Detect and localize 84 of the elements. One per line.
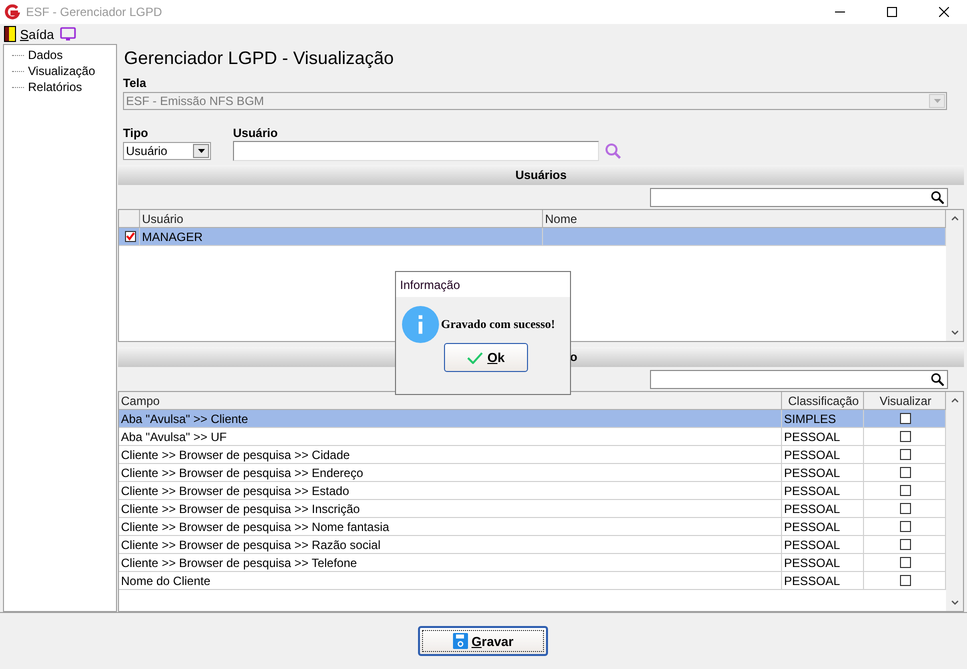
door-icon (4, 26, 16, 42)
checkbox[interactable] (900, 467, 911, 478)
scroll-down-icon[interactable] (950, 330, 958, 336)
checkbox[interactable] (900, 485, 911, 496)
table-cell: Aba "Avulsa" >> UF (119, 428, 782, 445)
table-row[interactable]: Aba "Avulsa" >> Cliente SIMPLES (119, 410, 946, 428)
maximize-icon[interactable] (887, 7, 897, 17)
ok-button[interactable]: Ok (444, 343, 528, 372)
search-field[interactable] (650, 370, 948, 388)
checkbox[interactable] (900, 557, 911, 568)
table-cell: PESSOAL (782, 428, 864, 445)
table-cell: SIMPLES (782, 410, 864, 427)
field-label: Usuário (233, 125, 279, 140)
info-icon (402, 306, 439, 343)
table-cell: Aba "Avulsa" >> Cliente (119, 410, 782, 427)
app-logo-icon (4, 4, 20, 20)
search-icon (931, 372, 944, 386)
search-icon (931, 190, 944, 204)
exit-menu-item[interactable]: Saída (4, 26, 54, 42)
table-row[interactable]: Nome do Cliente PESSOAL (119, 572, 946, 590)
page-title: Gerenciador LGPD - Visualização (123, 46, 395, 70)
table-cell: PESSOAL (782, 482, 864, 499)
scrollbar[interactable] (946, 210, 963, 341)
table-cell: Cliente >> Browser de pesquisa >> Estado (119, 482, 782, 499)
dropdown-arrow-icon[interactable] (198, 149, 204, 153)
checkbox[interactable] (124, 231, 136, 242)
checkbox[interactable] (900, 449, 911, 460)
table-cell: Cliente >> Browser de pesquisa >> Razão social (119, 536, 782, 553)
column-header[interactable]: Classificação (782, 392, 864, 410)
dialog-title: Informação (396, 272, 570, 297)
table-cell: PESSOAL (782, 518, 864, 535)
tree-item[interactable]: Relatórios (28, 80, 82, 94)
table-cell: PESSOAL (782, 500, 864, 517)
checkbox[interactable] (900, 413, 911, 424)
table-cell: Cliente >> Browser de pesquisa >> Nome fantasia (119, 518, 782, 535)
table-cell: PESSOAL (782, 536, 864, 553)
table-cell: Cliente >> Browser de pesquisa >> Endereço (119, 464, 782, 481)
scroll-down-icon[interactable] (950, 600, 958, 606)
table-row[interactable]: Aba "Avulsa" >> UF PESSOAL (119, 428, 946, 446)
user-input-field[interactable] (233, 141, 599, 161)
close-icon[interactable] (939, 7, 949, 17)
check-icon (467, 352, 484, 364)
table-cell: PESSOAL (782, 446, 864, 463)
column-header[interactable]: Usuário (140, 210, 543, 228)
dialog-message: Gravado com sucesso! (441, 317, 555, 332)
table-row[interactable]: Cliente >> Browser de pesquisa >> Cidade PESSOAL (119, 446, 946, 464)
checkbox[interactable] (900, 539, 911, 550)
table-row[interactable]: Cliente >> Browser de pesquisa >> Telefone PESSOAL (119, 554, 946, 572)
table-cell: Nome do Cliente (119, 572, 782, 589)
checkbox[interactable] (900, 575, 911, 586)
search-icon[interactable] (605, 143, 621, 159)
table-cell: PESSOAL (782, 464, 864, 481)
table-cell: PESSOAL (782, 572, 864, 589)
table-cell: Cliente >> Browser de pesquisa >> Cidade (119, 446, 782, 463)
column-header (119, 210, 140, 228)
table-row[interactable]: Cliente >> Browser de pesquisa >> Estado PESSOAL (119, 482, 946, 500)
table-cell: Cliente >> Browser de pesquisa >> Inscrição (119, 500, 782, 517)
checkbox[interactable] (900, 521, 911, 532)
scroll-up-icon[interactable] (950, 215, 958, 221)
table-row[interactable]: Cliente >> Browser de pesquisa >> Endereço PESSOAL (119, 464, 946, 482)
table-row[interactable]: MANAGER (119, 228, 946, 246)
monitor-icon[interactable] (60, 27, 76, 41)
field-label: Tela (123, 75, 148, 90)
save-button[interactable]: Gravar (418, 626, 548, 656)
table-row[interactable]: Cliente >> Browser de pesquisa >> Razão social PESSOAL (119, 536, 946, 554)
table-row[interactable]: Cliente >> Browser de pesquisa >> Nome fantasia PESSOAL (119, 518, 946, 536)
table-cell: Cliente >> Browser de pesquisa >> Telefone (119, 554, 782, 571)
checkbox[interactable] (900, 431, 911, 442)
checkbox[interactable] (900, 503, 911, 514)
table-cell: MANAGER (140, 228, 543, 245)
table-row[interactable]: Cliente >> Browser de pesquisa >> Inscrição PESSOAL (119, 500, 946, 518)
window-title: ESF - Gerenciador LGPD (26, 5, 164, 19)
type-select[interactable]: Usuário (123, 142, 211, 160)
field-label: Tipo (123, 125, 150, 140)
column-header[interactable]: Visualizar (864, 392, 946, 410)
tree-item[interactable]: Dados (28, 48, 63, 62)
scroll-up-icon[interactable] (950, 397, 958, 403)
table-cell: PESSOAL (782, 554, 864, 571)
column-header[interactable]: Nome (543, 210, 946, 228)
search-field[interactable] (650, 188, 948, 206)
scrollbar[interactable] (946, 392, 963, 611)
column-header[interactable]: Campo (119, 392, 782, 410)
tree-item[interactable]: Visualização (28, 64, 96, 78)
section-header: Usuários (118, 165, 964, 185)
